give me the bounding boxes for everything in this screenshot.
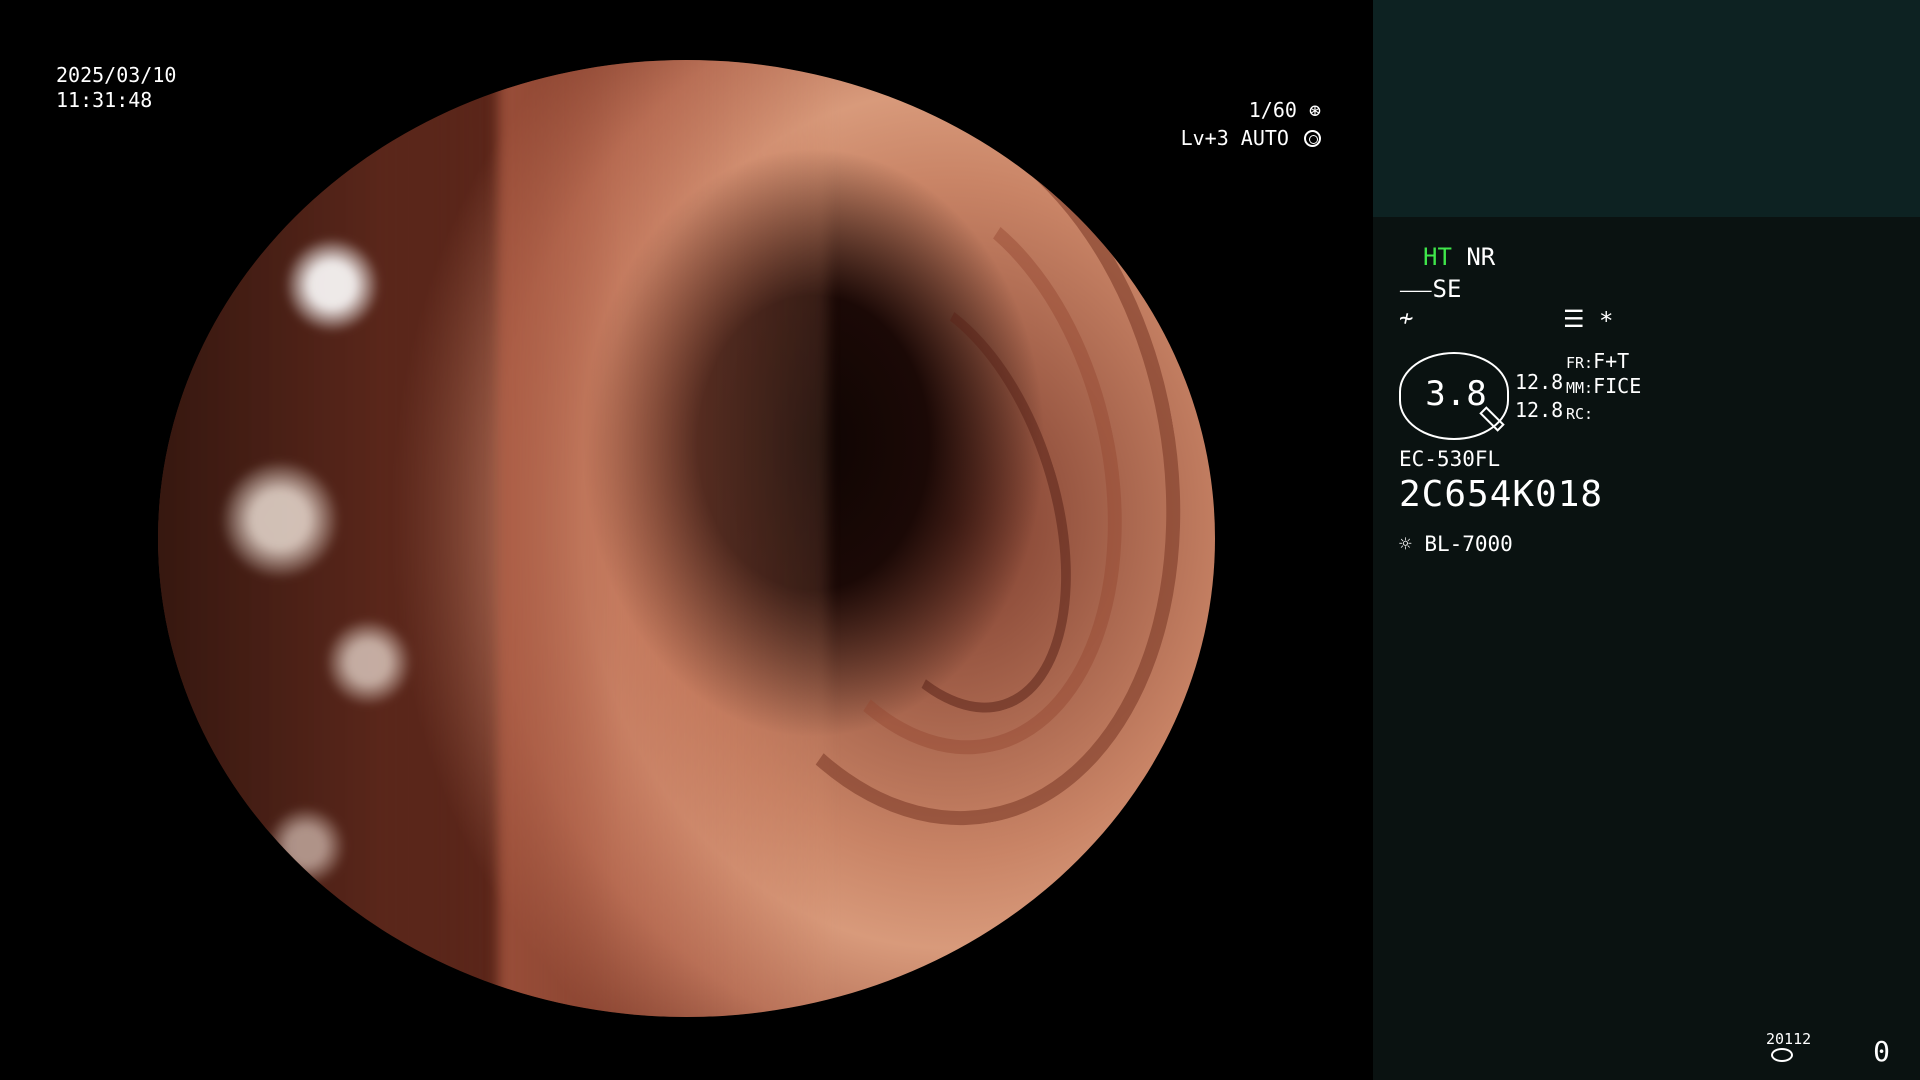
se-indicator: SE (1432, 275, 1462, 303)
light-source-model: BL-7000 (1424, 532, 1513, 556)
nr-indicator: NR (1466, 243, 1496, 271)
endoscope-view: 2025/03/10 11:31:48 1/60 ⊛ Lv+3 AUTO (0, 0, 1373, 1080)
exam-time: 11:31:48 (56, 88, 153, 112)
se-row: ⸺SE (1399, 274, 1461, 305)
star-indicator: * (1599, 307, 1614, 335)
mm-value: FICE (1593, 374, 1642, 398)
auto-exposure-icon (1304, 130, 1321, 147)
level-readout: Lv+3 AUTO (1181, 126, 1321, 150)
list-icon: ☰ (1563, 305, 1585, 333)
structure-enhance-icon: ⸺ (1399, 278, 1433, 302)
rc-label: RC: (1566, 405, 1594, 423)
storage-id: 20112 (1766, 1030, 1812, 1048)
level-value: Lv+3 AUTO (1180, 126, 1289, 150)
aperture-icon: ⊛ (1308, 98, 1321, 122)
endoscopic-image (158, 60, 1215, 1017)
value-2: 12.8 (1515, 398, 1564, 422)
disk-icon (1771, 1048, 1793, 1062)
exam-date: 2025/03/10 (56, 63, 177, 87)
rc-row: RC: (1566, 397, 1593, 429)
panel-header-area (1373, 0, 1920, 217)
value-1: 12.8 (1515, 370, 1564, 394)
fr-label: FR: (1566, 354, 1594, 372)
ht-indicator: HT (1423, 243, 1452, 271)
scope-serial: 2C654K018 (1399, 474, 1604, 515)
image-counter: 0 (1873, 1035, 1890, 1068)
magnification-gauge: 3.8 (1399, 352, 1509, 440)
info-panel: HT NR ⸺SE ≁ ☰ * 3.8 12.8 12.8 FR:F+T MM:… (1373, 0, 1920, 1080)
fr-value: F+T (1593, 349, 1630, 373)
mm-label: MM: (1566, 379, 1594, 397)
light-source-row: ☼ BL-7000 (1399, 532, 1513, 556)
gauge-value: 3.8 (1425, 374, 1487, 414)
light-bulb-icon: ☼ (1399, 532, 1412, 556)
image-mode-row: HT NR (1423, 242, 1495, 272)
shutter-value: 1/60 (1248, 98, 1297, 122)
shutter-readout: 1/60 ⊛ (1249, 98, 1321, 122)
filter-off-icon: ≁ (1399, 304, 1414, 332)
scope-model: EC-530FL (1399, 447, 1501, 471)
